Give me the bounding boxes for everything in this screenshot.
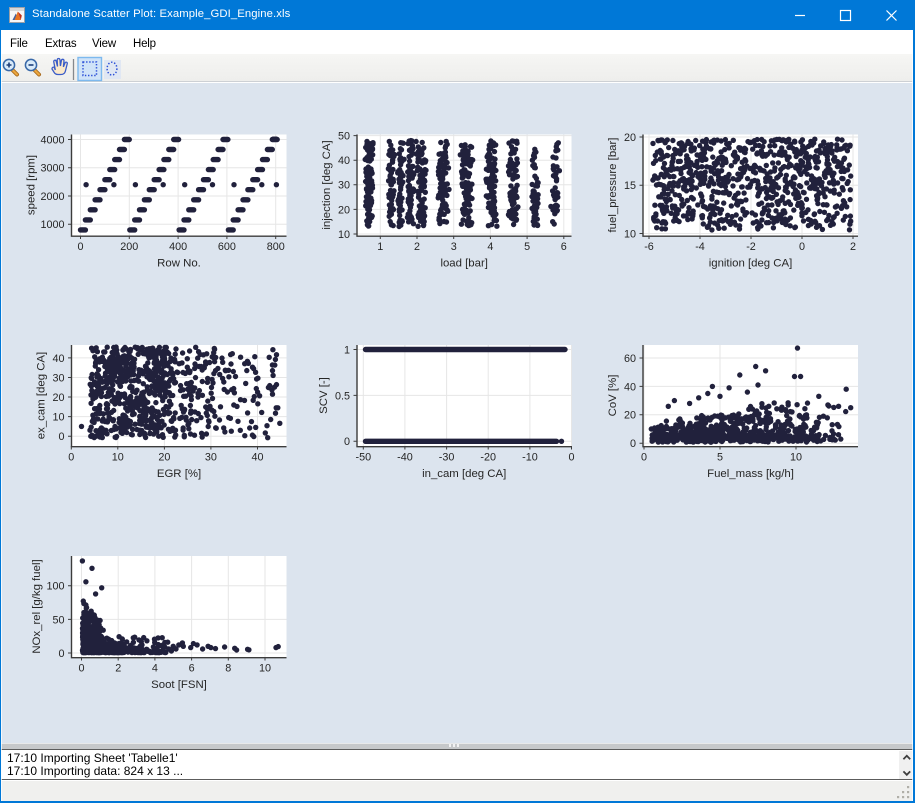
svg-text:-4: -4 bbox=[695, 241, 705, 253]
svg-text:100: 100 bbox=[46, 581, 64, 593]
svg-text:4: 4 bbox=[152, 663, 158, 675]
svg-text:40: 40 bbox=[52, 353, 64, 365]
svg-text:50: 50 bbox=[338, 131, 350, 143]
svg-text:-20: -20 bbox=[480, 452, 496, 464]
svg-text:CoV [%]: CoV [%] bbox=[607, 375, 619, 417]
svg-text:20: 20 bbox=[52, 392, 64, 404]
svg-text:0.5: 0.5 bbox=[335, 390, 350, 402]
svg-text:10: 10 bbox=[338, 229, 350, 241]
svg-text:2: 2 bbox=[850, 241, 856, 253]
svg-text:ignition [deg CA]: ignition [deg CA] bbox=[709, 257, 793, 269]
svg-text:0: 0 bbox=[630, 438, 636, 450]
svg-text:5: 5 bbox=[717, 452, 723, 464]
svg-text:-10: -10 bbox=[522, 452, 538, 464]
svg-text:60: 60 bbox=[624, 353, 636, 365]
svg-text:600: 600 bbox=[218, 241, 236, 253]
svg-text:30: 30 bbox=[338, 180, 350, 192]
svg-text:1000: 1000 bbox=[40, 219, 64, 231]
svg-text:10: 10 bbox=[112, 452, 124, 464]
svg-text:ex_cam [deg CA]: ex_cam [deg CA] bbox=[36, 352, 48, 439]
svg-text:SCV [-]: SCV [-] bbox=[318, 377, 330, 414]
svg-text:0: 0 bbox=[799, 241, 805, 253]
svg-text:0: 0 bbox=[77, 241, 83, 253]
svg-text:30: 30 bbox=[205, 452, 217, 464]
svg-text:2: 2 bbox=[414, 241, 420, 253]
svg-text:4: 4 bbox=[487, 241, 493, 253]
svg-text:40: 40 bbox=[251, 452, 263, 464]
svg-text:0: 0 bbox=[58, 648, 64, 660]
svg-text:0: 0 bbox=[568, 452, 574, 464]
svg-text:-50: -50 bbox=[355, 452, 371, 464]
svg-text:40: 40 bbox=[624, 381, 636, 393]
svg-text:-6: -6 bbox=[644, 241, 654, 253]
svg-text:0: 0 bbox=[78, 663, 84, 675]
svg-text:Soot [FSN]: Soot [FSN] bbox=[151, 679, 207, 691]
svg-text:2000: 2000 bbox=[40, 191, 64, 203]
svg-text:1: 1 bbox=[377, 241, 383, 253]
svg-text:10: 10 bbox=[259, 663, 271, 675]
svg-text:0: 0 bbox=[344, 436, 350, 448]
svg-text:EGR [%]: EGR [%] bbox=[157, 468, 201, 480]
svg-text:400: 400 bbox=[169, 241, 187, 253]
svg-text:30: 30 bbox=[52, 372, 64, 384]
svg-text:10: 10 bbox=[790, 452, 802, 464]
svg-text:-40: -40 bbox=[397, 452, 413, 464]
svg-text:10: 10 bbox=[624, 228, 636, 240]
svg-text:20: 20 bbox=[158, 452, 170, 464]
svg-text:speed [rpm]: speed [rpm] bbox=[26, 155, 38, 215]
svg-text:20: 20 bbox=[624, 410, 636, 422]
svg-text:6: 6 bbox=[189, 663, 195, 675]
svg-text:5: 5 bbox=[524, 241, 530, 253]
svg-text:50: 50 bbox=[52, 614, 64, 626]
svg-text:0: 0 bbox=[58, 431, 64, 443]
svg-text:0: 0 bbox=[68, 452, 74, 464]
svg-text:10: 10 bbox=[52, 412, 64, 424]
svg-text:200: 200 bbox=[120, 241, 138, 253]
svg-text:2: 2 bbox=[115, 663, 121, 675]
svg-text:Row No.: Row No. bbox=[157, 257, 201, 269]
svg-text:4000: 4000 bbox=[40, 134, 64, 146]
svg-text:8: 8 bbox=[225, 663, 231, 675]
svg-text:in_cam [deg CA]: in_cam [deg CA] bbox=[422, 468, 506, 480]
svg-text:Fuel_mass [kg/h]: Fuel_mass [kg/h] bbox=[707, 468, 794, 480]
svg-text:3: 3 bbox=[451, 241, 457, 253]
svg-text:injection [deg CA]: injection [deg CA] bbox=[321, 140, 333, 229]
svg-text:6: 6 bbox=[561, 241, 567, 253]
svg-text:15: 15 bbox=[624, 180, 636, 192]
svg-text:-2: -2 bbox=[746, 241, 756, 253]
svg-text:40: 40 bbox=[338, 155, 350, 167]
svg-text:fuel_pressure [bar]: fuel_pressure [bar] bbox=[607, 138, 619, 233]
svg-text:20: 20 bbox=[338, 204, 350, 216]
svg-text:800: 800 bbox=[267, 241, 285, 253]
svg-text:1: 1 bbox=[344, 344, 350, 356]
svg-text:-30: -30 bbox=[439, 452, 455, 464]
svg-text:0: 0 bbox=[641, 452, 647, 464]
svg-text:NOx_rel [g/kg fuel]: NOx_rel [g/kg fuel] bbox=[31, 559, 43, 653]
svg-text:3000: 3000 bbox=[40, 163, 64, 175]
svg-text:load [bar]: load [bar] bbox=[440, 257, 488, 269]
svg-text:20: 20 bbox=[624, 132, 636, 144]
